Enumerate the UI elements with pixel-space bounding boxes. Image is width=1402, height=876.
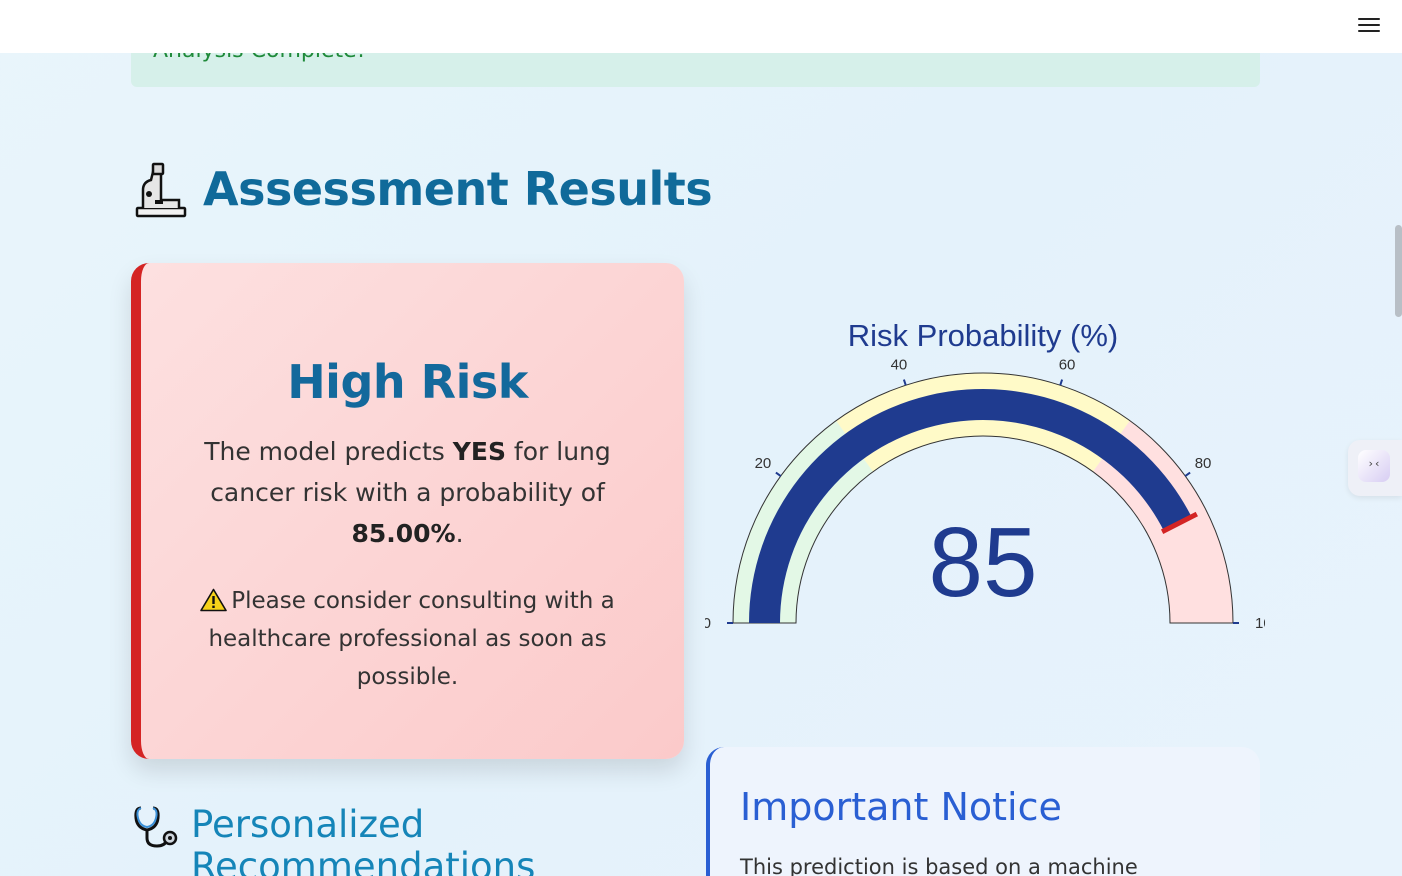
important-notice-card: Important Notice This prediction is base… <box>706 747 1260 876</box>
pred-suffix: . <box>455 519 464 548</box>
risk-level-title: High Risk <box>287 355 528 409</box>
recommendations-title: Personalized Recommendations <box>191 803 536 876</box>
pred-probability: 85.00% <box>351 519 456 548</box>
notice-text: This prediction is based on a machine <box>740 855 1138 876</box>
pred-answer: YES <box>452 437 506 466</box>
stethoscope-icon <box>134 806 178 848</box>
page-title: Assessment Results <box>203 162 713 216</box>
gauge-tick-80 <box>1184 471 1191 477</box>
gauge-tick-label: 20 <box>755 455 772 472</box>
warning-icon <box>200 588 228 612</box>
gauge-title: Risk Probability (%) <box>848 318 1118 353</box>
advice-message: Please consider consulting with a health… <box>208 588 615 690</box>
pred-prefix: The model predicts <box>204 437 453 466</box>
gauge-tick-60 <box>1059 379 1064 386</box>
gauge-tick-label: 80 <box>1195 455 1212 472</box>
top-bar <box>0 0 1402 53</box>
scrollbar-thumb[interactable] <box>1395 225 1402 317</box>
recommendations-heading: Personalized Recommendations <box>133 804 591 876</box>
gauge-tick-label: 40 <box>891 356 908 373</box>
prediction-text: The model predicts YES for lung cancer r… <box>171 431 644 554</box>
advice-text: Please consider consulting with a health… <box>171 582 644 696</box>
gauge-tick-40 <box>902 379 907 386</box>
gauge-tick-20 <box>775 471 782 477</box>
risk-gauge-chart: 0 20 40 60 80 10 Risk Probability (%) 85 <box>703 300 1272 650</box>
gauge-svg: 0 20 40 60 80 10 Risk Probability (%) 85 <box>703 318 1272 632</box>
gauge-value: 85 <box>928 507 1037 617</box>
gauge-tick-label: 10 <box>1255 615 1265 632</box>
notice-title: Important Notice <box>740 785 1062 829</box>
side-chat-widget[interactable]: ›‹ <box>1348 440 1402 496</box>
assessment-results-heading: Assessment Results <box>135 160 713 218</box>
hamburger-menu-icon[interactable] <box>1358 14 1382 36</box>
microscope-icon <box>135 162 187 218</box>
chat-widget-icon[interactable]: ›‹ <box>1358 450 1390 482</box>
gauge-tick-label: 60 <box>1059 356 1076 373</box>
risk-result-card: High Risk The model predicts YES for lun… <box>131 263 684 759</box>
gauge-tick-label: 0 <box>705 615 711 632</box>
